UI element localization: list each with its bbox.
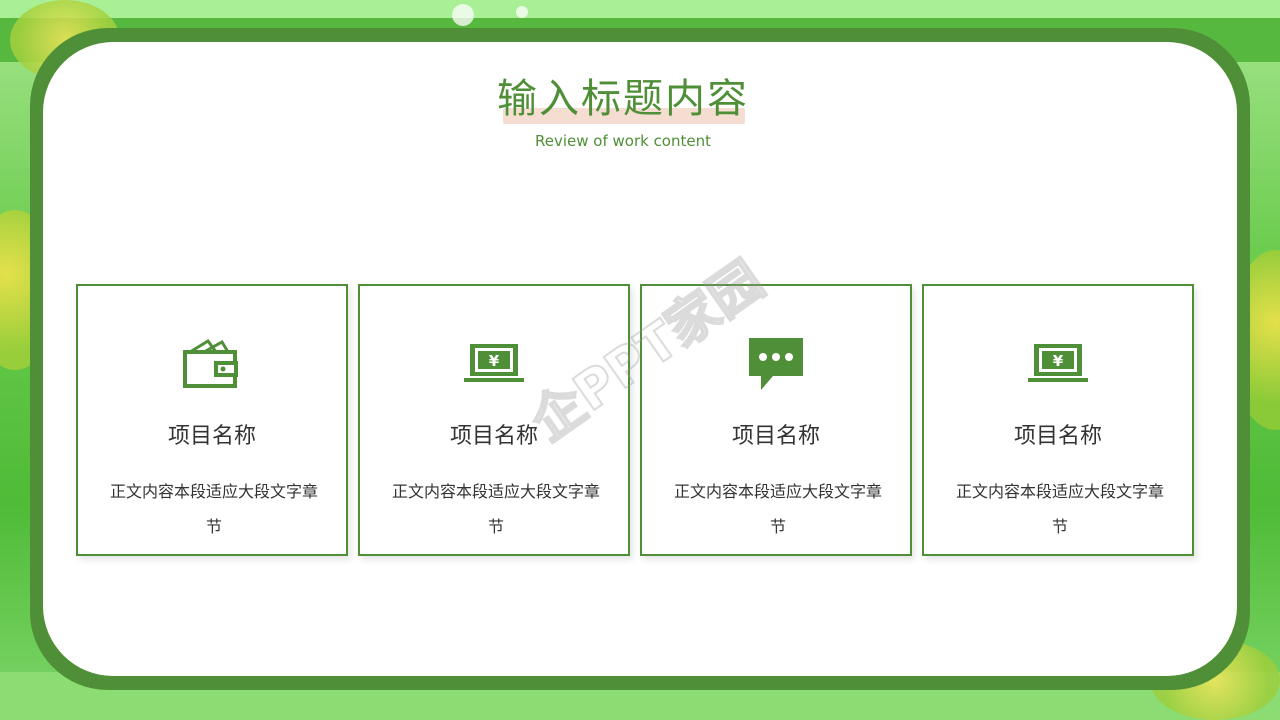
item-card: 项目名称 正文内容本段适应大段文字章节 — [76, 284, 348, 556]
card-body: 正文内容本段适应大段文字章节 — [391, 482, 600, 536]
card-body: 正文内容本段适应大段文字章节 — [109, 482, 318, 536]
card-title: 项目名称 — [731, 424, 820, 449]
item-card: 项目名称 正文内容本段适应大段文字章节 — [640, 284, 912, 556]
svg-text:¥: ¥ — [489, 352, 500, 370]
laptop-yen-icon: ¥ — [360, 334, 628, 394]
decorative-dot — [516, 6, 528, 18]
card-body: 正文内容本段适应大段文字章节 — [955, 482, 1164, 536]
decorative-dot — [452, 4, 474, 26]
chat-bubble-icon — [642, 334, 910, 394]
card-title: 项目名称 — [449, 424, 538, 449]
item-card: ¥ 项目名称 正文内容本段适应大段文字章节 — [358, 284, 630, 556]
card-title: 项目名称 — [1013, 424, 1102, 449]
item-card: ¥ 项目名称 正文内容本段适应大段文字章节 — [922, 284, 1194, 556]
background-band-top — [0, 0, 1280, 18]
wallet-icon — [78, 334, 346, 394]
laptop-yen-icon: ¥ — [924, 334, 1192, 394]
card-body: 正文内容本段适应大段文字章节 — [673, 482, 882, 536]
slide-title: 输入标题内容 — [497, 76, 749, 122]
slide-subtitle: Review of work content — [534, 132, 711, 150]
svg-text:¥: ¥ — [1053, 352, 1064, 370]
card-title: 项目名称 — [167, 424, 256, 449]
